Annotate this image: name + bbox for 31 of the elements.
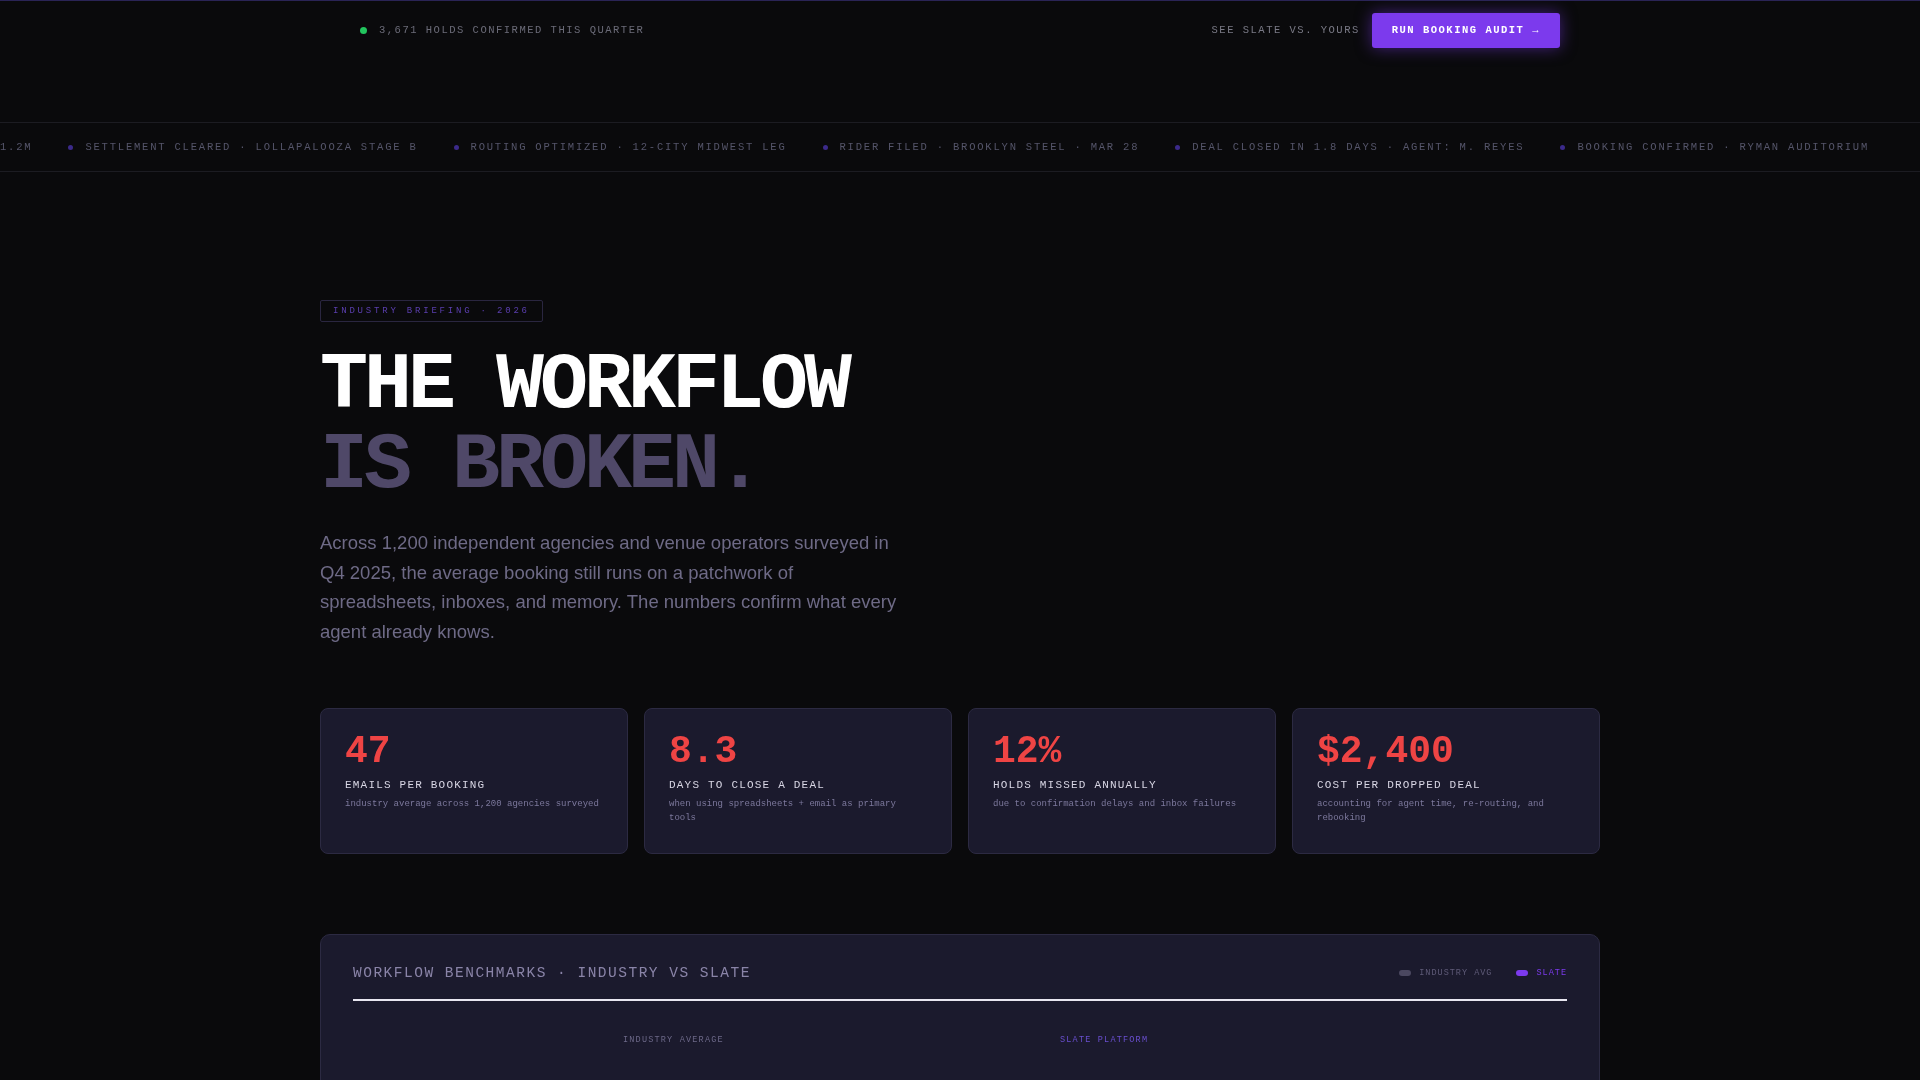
stat-label: HOLDS MISSED ANNUALLY bbox=[993, 779, 1158, 791]
ticker-text: ROUTING OPTIMIZED · 12-CITY MIDWEST LEG bbox=[470, 141, 787, 153]
compare-link[interactable]: SEE SLATE VS. YOURS bbox=[1211, 24, 1360, 36]
stat-value: $2,400 bbox=[1317, 731, 1455, 773]
panel-title: WORKFLOW BENCHMARKS · INDUSTRY VS SLATE bbox=[353, 965, 751, 981]
ticker-text: DEAL CLOSED IN 1.8 DAYS · AGENT: M. REYES bbox=[1192, 141, 1525, 153]
stat-note: accounting for agent time, re-routing, and rebooking bbox=[1317, 798, 1545, 825]
legend-label: SLATE bbox=[1536, 968, 1567, 978]
stat-value: 8.3 bbox=[669, 731, 739, 773]
ticker-text: RIDER FILED · BROOKLYN STEEL · MAR 28 bbox=[839, 141, 1140, 153]
column-heading: SLATE PLATFORM bbox=[1059, 1035, 1150, 1045]
booking-audit-button[interactable]: RUN BOOKING AUDIT → bbox=[1371, 12, 1560, 48]
status-dot-icon bbox=[360, 26, 367, 34]
stat-note: due to confirmation delays and inbox failures bbox=[993, 798, 1238, 811]
stat-label: COST PER DROPPED DEAL bbox=[1317, 779, 1482, 791]
ticker-text: BOOKING CONFIRMED · RYMAN AUDITORIUM bbox=[1577, 141, 1870, 153]
briefing-badge: INDUSTRY BRIEFING · 2026 bbox=[320, 300, 543, 322]
headline: IS BROKEN. bbox=[320, 426, 762, 506]
stat-note: when using spreadsheets + email as primary tools bbox=[669, 798, 897, 825]
stat-label: EMAILS PER BOOKING bbox=[345, 779, 487, 791]
ticker-text: 1.2M bbox=[0, 141, 33, 153]
stat-note: industry average across 1,200 agencies surveyed bbox=[345, 798, 600, 811]
ticker-text: SETTLEMENT CLEARED · LOLLAPALOOZA STAGE B bbox=[85, 141, 418, 153]
stat-value: 47 bbox=[345, 731, 392, 773]
intro-paragraph: Across 1,200 independent agencies and venue operators surveyed in Q4 2025, the average booking still runs on a patchwork of spreadsheets, inboxes, and memory. The numbers confirm what every agent already knows. bbox=[320, 531, 898, 644]
headline: THE WORKFLOW bbox=[320, 346, 851, 426]
legend-label: INDUSTRY AVG bbox=[1419, 968, 1493, 978]
stat-value: 12% bbox=[993, 731, 1063, 773]
column-heading: INDUSTRY AVERAGE bbox=[622, 1035, 725, 1045]
holds-status-text: 3,671 HOLDS CONFIRMED THIS QUARTER bbox=[379, 24, 645, 36]
stat-label: DAYS TO CLOSE A DEAL bbox=[669, 779, 827, 791]
